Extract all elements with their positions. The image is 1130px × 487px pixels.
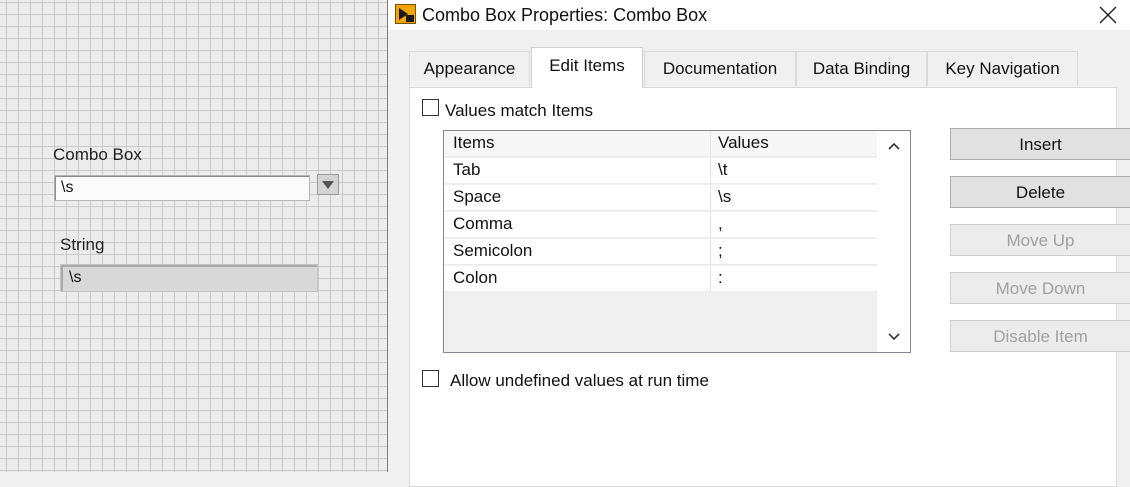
- move-down-button[interactable]: Move Down: [950, 272, 1130, 304]
- delete-button[interactable]: Delete: [950, 176, 1130, 208]
- table-row[interactable]: Space \s: [444, 185, 909, 211]
- items-table[interactable]: Items Values Tab \t Space \s Comma , Sem…: [443, 130, 911, 353]
- dropdown-arrow-icon: [322, 180, 334, 189]
- item-cell[interactable]: Colon: [453, 268, 497, 288]
- column-header-items[interactable]: Items: [453, 133, 495, 153]
- close-button[interactable]: [1096, 3, 1120, 27]
- value-cell[interactable]: ,: [718, 214, 723, 234]
- allow-undefined-label: Allow undefined values at run time: [450, 371, 709, 390]
- value-cell[interactable]: :: [718, 268, 723, 288]
- table-row[interactable]: Comma ,: [444, 212, 909, 238]
- item-cell[interactable]: Semicolon: [453, 241, 532, 261]
- string-indicator: \s: [60, 264, 318, 292]
- tab-data-binding[interactable]: Data Binding: [796, 51, 927, 86]
- chevron-up-icon[interactable]: [887, 139, 901, 153]
- tab-appearance[interactable]: Appearance: [409, 51, 530, 86]
- dialog-title: Combo Box Properties: Combo Box: [422, 5, 708, 25]
- labview-vi-icon: [395, 4, 416, 24]
- table-scrollbar[interactable]: [877, 131, 910, 352]
- properties-dialog: Combo Box Properties: Combo Box Appearan…: [387, 0, 1130, 487]
- value-cell[interactable]: \s: [718, 187, 731, 207]
- edit-items-page: Values match Items Items Values Tab \t S…: [409, 87, 1130, 487]
- tab-key-navigation[interactable]: Key Navigation: [927, 51, 1078, 86]
- front-panel: Combo Box \s String \s: [0, 0, 387, 472]
- table-row[interactable]: Tab \t: [444, 158, 909, 184]
- values-match-items-label: Values match Items: [445, 101, 594, 120]
- item-cell[interactable]: Tab: [453, 160, 480, 180]
- combo-box-dropdown-button[interactable]: [317, 174, 339, 195]
- item-cell[interactable]: Comma: [453, 214, 513, 234]
- table-row[interactable]: Semicolon ;: [444, 239, 909, 265]
- insert-button[interactable]: Insert: [950, 128, 1130, 160]
- table-row[interactable]: Colon :: [444, 266, 909, 292]
- item-cell[interactable]: Space: [453, 187, 501, 207]
- value-cell[interactable]: ;: [718, 241, 723, 261]
- dialog-titlebar: Combo Box Properties: Combo Box: [388, 0, 1130, 30]
- tab-documentation[interactable]: Documentation: [644, 51, 796, 86]
- disable-item-button[interactable]: Disable Item: [950, 320, 1130, 352]
- combo-box-label: Combo Box: [53, 145, 142, 164]
- values-match-items-checkbox[interactable]: [422, 99, 439, 116]
- column-header-values[interactable]: Values: [718, 133, 769, 153]
- table-header: Items Values: [444, 131, 909, 157]
- allow-undefined-checkbox[interactable]: [422, 370, 439, 387]
- close-icon: [1099, 6, 1117, 24]
- combo-box-input[interactable]: \s: [54, 175, 310, 201]
- tab-edit-items[interactable]: Edit Items: [531, 47, 643, 88]
- value-cell[interactable]: \t: [718, 160, 727, 180]
- move-up-button[interactable]: Move Up: [950, 224, 1130, 256]
- string-label: String: [60, 235, 105, 254]
- chevron-down-icon[interactable]: [887, 330, 901, 344]
